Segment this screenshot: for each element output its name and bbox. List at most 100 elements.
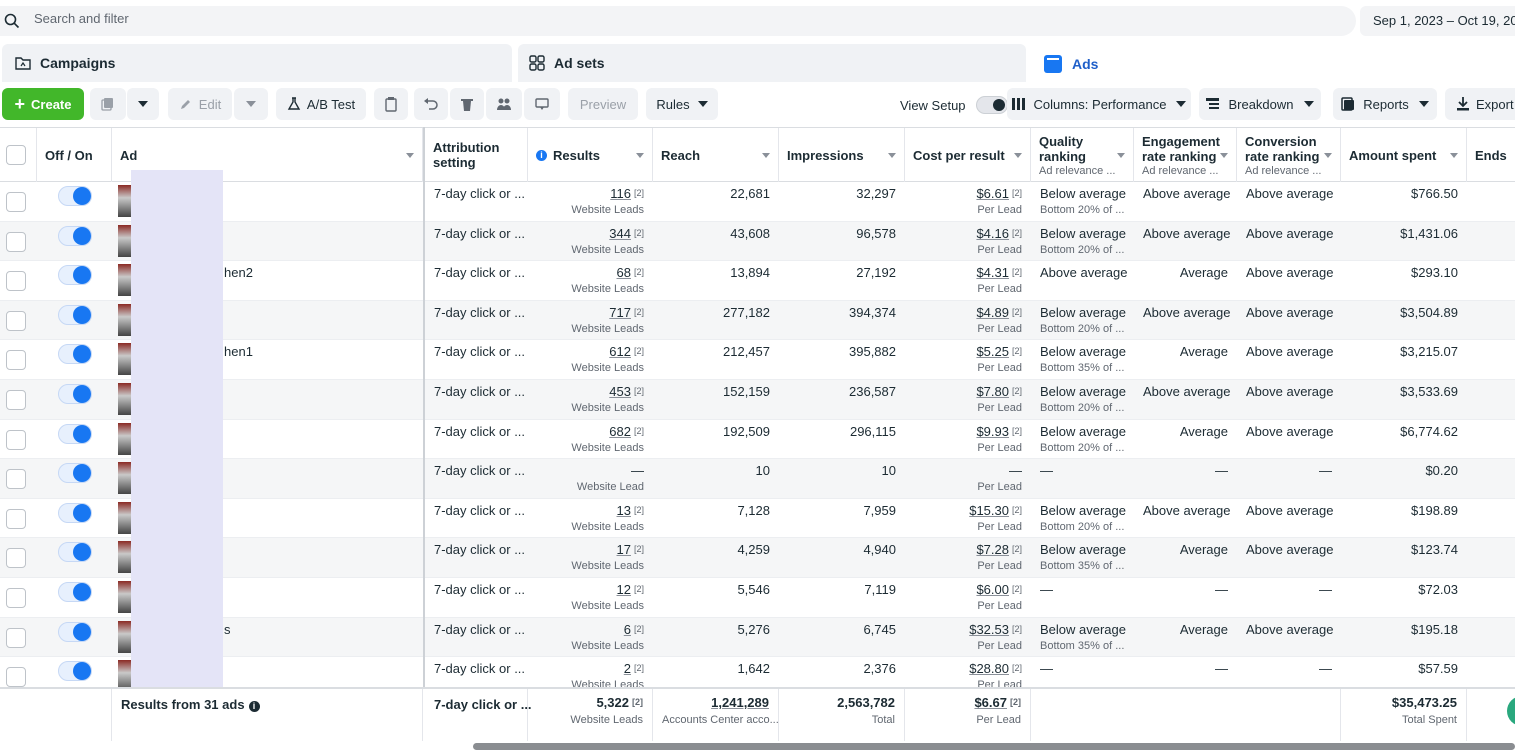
cell-results-value[interactable]: 116 xyxy=(610,186,631,201)
cell-results-value[interactable]: 682 xyxy=(609,424,631,439)
cell-cpr-value[interactable]: $32.53 xyxy=(969,622,1009,637)
sort-icon[interactable] xyxy=(406,153,414,158)
ad-delivery-toggle[interactable] xyxy=(58,621,92,642)
col-cost-per-result[interactable]: Cost per result xyxy=(905,128,1031,182)
ad-name[interactable] xyxy=(215,459,415,498)
row-checkbox[interactable] xyxy=(6,667,26,687)
cell-results-value[interactable]: 2 xyxy=(624,661,631,676)
ad-delivery-toggle[interactable] xyxy=(58,186,92,206)
ad-name[interactable] xyxy=(215,538,415,577)
date-range-picker[interactable]: Sep 1, 2023 – Oct 19, 2023 xyxy=(1360,6,1515,36)
col-engagement[interactable]: Engagement rate ranking Ad relevance ... xyxy=(1134,128,1237,182)
cell-results-value[interactable]: — xyxy=(631,463,644,478)
ab-test-button[interactable]: A/B Test xyxy=(276,88,366,120)
table-row[interactable]: 7-day click or ... 13 [2] Website Leads 7,12… xyxy=(0,499,1515,539)
edit-dropdown-button[interactable] xyxy=(234,88,268,120)
ad-name[interactable] xyxy=(215,578,415,617)
cell-cpr-value[interactable]: $7.80 xyxy=(976,384,1009,399)
sort-icon[interactable] xyxy=(1014,153,1022,158)
cell-cpr-value[interactable]: $28.80 xyxy=(969,661,1009,676)
view-setup[interactable]: View Setup xyxy=(900,96,1008,114)
delete-button[interactable] xyxy=(450,88,484,120)
search-bar[interactable] xyxy=(0,6,1356,36)
tag-button[interactable] xyxy=(524,88,560,120)
table-row[interactable]: hen2 7-day click or ... 68 [2] Website Leads… xyxy=(0,261,1515,301)
export-button[interactable]: Export xyxy=(1445,88,1515,120)
col-reach[interactable]: Reach xyxy=(653,128,779,182)
ad-delivery-toggle[interactable] xyxy=(58,304,92,325)
table-row[interactable]: 7-day click or ... 453 [2] Website Leads 152… xyxy=(0,380,1515,420)
table-row[interactable]: 7-day click or ... 2 [2] Website Leads 1,642… xyxy=(0,657,1515,687)
sort-icon[interactable] xyxy=(1220,153,1228,158)
col-ends[interactable]: Ends xyxy=(1467,128,1515,182)
ad-delivery-toggle[interactable] xyxy=(58,582,92,602)
cell-cpr-value[interactable]: $15.30 xyxy=(969,503,1009,518)
ad-delivery-toggle[interactable] xyxy=(58,542,92,563)
create-button[interactable]: + Create xyxy=(2,88,84,120)
row-checkbox[interactable] xyxy=(6,350,26,371)
table-row[interactable]: 7-day click or ... 12 [2] Website Leads 5,54… xyxy=(0,578,1515,618)
row-checkbox[interactable] xyxy=(6,192,26,212)
cell-results-value[interactable]: 12 xyxy=(617,582,631,597)
cell-cpr-value[interactable]: $9.93 xyxy=(976,424,1009,439)
table-row[interactable]: 7-day click or ... 344 [2] Website Leads 43,… xyxy=(0,221,1515,262)
tab-campaigns[interactable]: Campaigns xyxy=(2,44,512,82)
cell-cpr-value[interactable]: $6.61 xyxy=(976,186,1009,201)
ad-delivery-toggle[interactable] xyxy=(58,225,92,246)
ad-delivery-toggle[interactable] xyxy=(58,463,92,484)
col-off-on[interactable]: Off / On xyxy=(37,128,112,182)
cell-results-value[interactable]: 6 xyxy=(624,622,631,637)
col-impressions[interactable]: Impressions xyxy=(779,128,905,182)
ad-delivery-toggle[interactable] xyxy=(58,265,92,286)
select-all-checkbox[interactable] xyxy=(6,145,26,165)
sort-icon[interactable] xyxy=(1450,153,1458,158)
cell-results-value[interactable]: 68 xyxy=(617,265,631,280)
sort-icon[interactable] xyxy=(1117,153,1125,158)
ad-name[interactable] xyxy=(215,499,415,538)
ad-delivery-toggle[interactable] xyxy=(58,384,92,404)
cell-results-value[interactable]: 344 xyxy=(609,226,631,241)
sort-icon[interactable] xyxy=(888,153,896,158)
ad-name[interactable] xyxy=(215,222,415,261)
sort-icon[interactable] xyxy=(1324,153,1332,158)
ad-delivery-toggle[interactable] xyxy=(58,661,92,682)
cell-cpr-value[interactable]: $6.00 xyxy=(976,582,1009,597)
ad-delivery-toggle[interactable] xyxy=(58,423,92,444)
sort-icon[interactable] xyxy=(636,153,644,158)
col-amount-spent[interactable]: Amount spent xyxy=(1341,128,1467,182)
reports-button[interactable]: Reports xyxy=(1333,88,1437,120)
col-quality[interactable]: Quality ranking Ad relevance ... xyxy=(1031,128,1134,182)
sort-icon[interactable] xyxy=(762,153,770,158)
table-row[interactable]: 7-day click or ... 17 [2] Website Leads 4,25… xyxy=(0,538,1515,578)
cell-results-value[interactable]: 17 xyxy=(617,542,631,557)
table-row[interactable]: hen1 7-day click or ... 612 [2] Website Lead… xyxy=(0,340,1515,380)
ad-delivery-toggle[interactable] xyxy=(58,502,92,523)
edit-button[interactable]: Edit xyxy=(168,88,232,120)
row-checkbox[interactable] xyxy=(6,627,26,648)
rules-button[interactable]: Rules xyxy=(646,88,718,120)
tab-adsets[interactable]: Ad sets xyxy=(518,44,1026,82)
table-row[interactable]: 7-day click or ... — Website Lead 10 10 — Per … xyxy=(0,459,1515,499)
row-checkbox[interactable] xyxy=(6,231,26,252)
footer-cpr-value[interactable]: $6.67 xyxy=(974,695,1007,710)
ad-name[interactable] xyxy=(215,182,415,221)
people-button[interactable] xyxy=(486,88,522,120)
breakdown-button[interactable]: Breakdown xyxy=(1199,88,1321,120)
cell-cpr-value[interactable]: $4.31 xyxy=(976,265,1009,280)
table-row[interactable]: 7-day click or ... 682 [2] Website Leads 192… xyxy=(0,420,1515,460)
col-conversion[interactable]: Conversion rate ranking Ad relevance ... xyxy=(1237,128,1341,182)
cell-results-value[interactable]: 612 xyxy=(609,344,631,359)
row-checkbox[interactable] xyxy=(6,271,26,292)
cell-cpr-value[interactable]: $4.89 xyxy=(976,305,1009,320)
ad-name[interactable] xyxy=(215,301,415,340)
row-checkbox[interactable] xyxy=(6,390,26,410)
row-checkbox[interactable] xyxy=(6,469,26,490)
undo-button[interactable] xyxy=(414,88,448,120)
cell-cpr-value[interactable]: $5.25 xyxy=(976,344,1009,359)
duplicate-button[interactable] xyxy=(90,88,126,120)
cell-results-value[interactable]: 13 xyxy=(617,503,631,518)
footer-reach-value[interactable]: 1,241,289 xyxy=(711,695,769,710)
row-checkbox[interactable] xyxy=(6,429,26,450)
cell-results-value[interactable]: 453 xyxy=(609,384,631,399)
table-row[interactable]: 7-day click or ... 717 [2] Website Leads 277… xyxy=(0,300,1515,341)
